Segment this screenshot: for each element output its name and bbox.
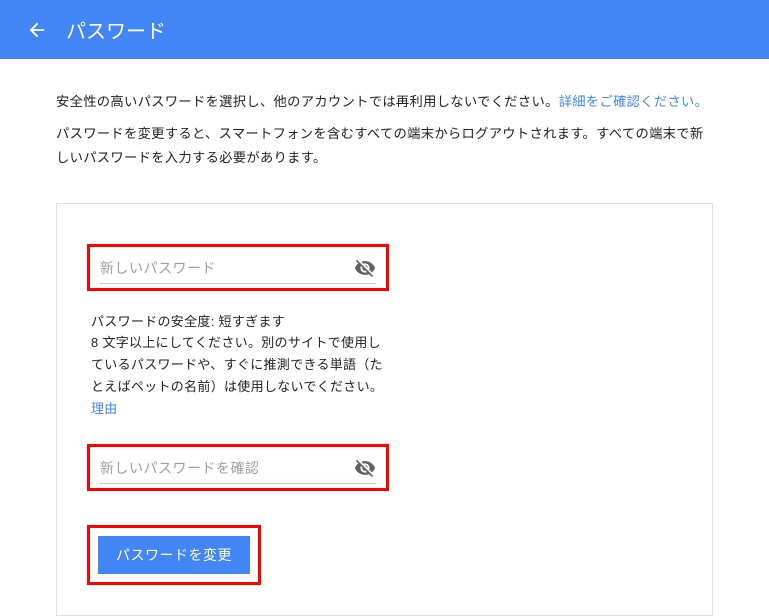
reason-link[interactable]: 理由: [91, 401, 118, 416]
confirm-password-input[interactable]: [100, 460, 354, 476]
visibility-off-icon[interactable]: [354, 257, 376, 279]
confirm-password-field-wrap: [87, 444, 389, 491]
strength-label: パスワードの安全度:: [91, 314, 219, 329]
password-strength-block: パスワードの安全度: 短すぎます 8 文字以上にしてください。別のサイトで使用し…: [91, 311, 391, 420]
strength-value: 短すぎます: [219, 314, 286, 329]
help-text: 8 文字以上にしてください。別のサイトで使用しているパスワードや、すぐに推測でき…: [91, 335, 383, 394]
change-password-button[interactable]: パスワードを変更: [98, 536, 250, 574]
back-arrow-icon[interactable]: [18, 11, 56, 49]
intro-text-1: 安全性の高いパスワードを選択し、他のアカウントでは再利用しないでください。: [56, 94, 559, 109]
page-title: パスワード: [66, 15, 166, 44]
page-header: パスワード: [0, 0, 769, 59]
learn-more-link[interactable]: 詳細をご確認ください。: [559, 94, 709, 109]
intro-paragraph-1: 安全性の高いパスワードを選択し、他のアカウントでは再利用しないでください。詳細を…: [56, 91, 713, 112]
intro-section: 安全性の高いパスワードを選択し、他のアカウントでは再利用しないでください。詳細を…: [0, 59, 769, 179]
strength-help: 8 文字以上にしてください。別のサイトで使用しているパスワードや、すぐに推測でき…: [91, 332, 391, 420]
strength-line: パスワードの安全度: 短すぎます: [91, 311, 391, 330]
intro-paragraph-2: パスワードを変更すると、スマートフォンを含むすべての端末からログアウトされます。…: [56, 122, 713, 169]
submit-button-wrap: パスワードを変更: [87, 525, 261, 585]
new-password-input[interactable]: [100, 260, 354, 276]
password-form-card: パスワードの安全度: 短すぎます 8 文字以上にしてください。別のサイトで使用し…: [56, 203, 713, 616]
visibility-off-icon[interactable]: [354, 457, 376, 479]
new-password-field-wrap: [87, 244, 389, 291]
